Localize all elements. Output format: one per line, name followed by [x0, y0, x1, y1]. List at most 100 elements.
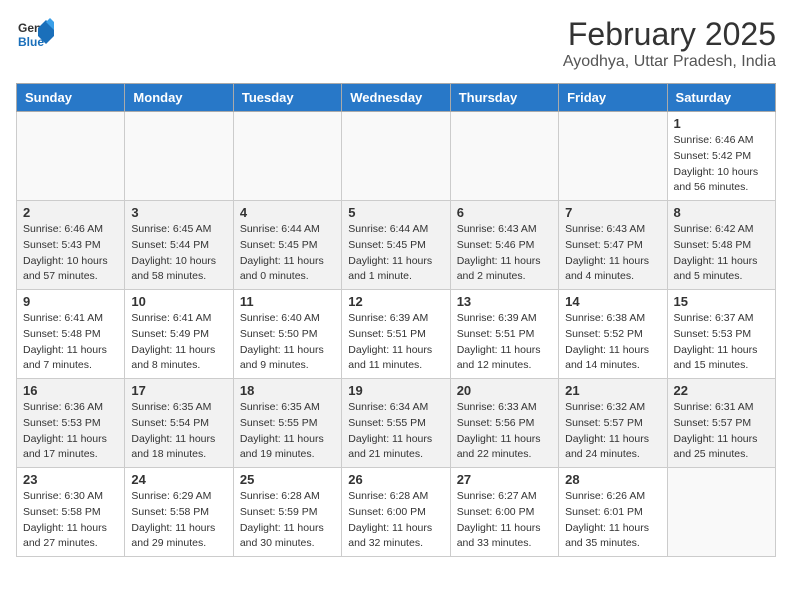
calendar-cell: 14 Sunrise: 6:38 AM Sunset: 5:52 PM Dayli…: [559, 290, 667, 379]
calendar-cell: 13 Sunrise: 6:39 AM Sunset: 5:51 PM Dayli…: [450, 290, 558, 379]
day-info: Sunrise: 6:41 AM Sunset: 5:48 PM Dayligh…: [23, 311, 118, 374]
calendar-cell: [342, 112, 450, 201]
calendar-cell: 12 Sunrise: 6:39 AM Sunset: 5:51 PM Dayli…: [342, 290, 450, 379]
day-info: Sunrise: 6:46 AM Sunset: 5:43 PM Dayligh…: [23, 222, 118, 285]
day-number: 27: [457, 472, 552, 487]
day-info: Sunrise: 6:30 AM Sunset: 5:58 PM Dayligh…: [23, 489, 118, 552]
calendar-cell: [559, 112, 667, 201]
day-info: Sunrise: 6:43 AM Sunset: 5:47 PM Dayligh…: [565, 222, 660, 285]
day-number: 22: [674, 383, 769, 398]
day-info: Sunrise: 6:40 AM Sunset: 5:50 PM Dayligh…: [240, 311, 335, 374]
day-info: Sunrise: 6:33 AM Sunset: 5:56 PM Dayligh…: [457, 400, 552, 463]
calendar-cell: 25 Sunrise: 6:28 AM Sunset: 5:59 PM Dayli…: [233, 468, 341, 557]
weekday-header: Wednesday: [342, 84, 450, 112]
calendar-week-row: 9 Sunrise: 6:41 AM Sunset: 5:48 PM Daylig…: [17, 290, 776, 379]
calendar-cell: [450, 112, 558, 201]
logo: General Blue: [16, 16, 54, 59]
day-info: Sunrise: 6:26 AM Sunset: 6:01 PM Dayligh…: [565, 489, 660, 552]
title-area: February 2025 Ayodhya, Uttar Pradesh, In…: [563, 16, 776, 71]
calendar-cell: 21Sunrise: 6:32 AM Sunset: 5:57 PM Dayli…: [559, 379, 667, 468]
calendar-cell: 3Sunrise: 6:45 AM Sunset: 5:44 PM Daylig…: [125, 201, 233, 290]
calendar-cell: 26 Sunrise: 6:28 AM Sunset: 6:00 PM Dayli…: [342, 468, 450, 557]
calendar-week-row: 16 Sunrise: 6:36 AM Sunset: 5:53 PM Dayli…: [17, 379, 776, 468]
calendar-cell: 6 Sunrise: 6:43 AM Sunset: 5:46 PM Daylig…: [450, 201, 558, 290]
day-number: 12: [348, 294, 443, 309]
header: General Blue February 2025 Ayodhya, Utta…: [16, 16, 776, 71]
calendar-cell: 4 Sunrise: 6:44 AM Sunset: 5:45 PM Daylig…: [233, 201, 341, 290]
weekday-header: Tuesday: [233, 84, 341, 112]
day-number: 24: [131, 472, 226, 487]
day-number: 2: [23, 205, 118, 220]
calendar-cell: 20 Sunrise: 6:33 AM Sunset: 5:56 PM Dayli…: [450, 379, 558, 468]
day-info: Sunrise: 6:31 AM Sunset: 5:57 PM Dayligh…: [674, 400, 769, 463]
day-number: 19: [348, 383, 443, 398]
day-info: Sunrise: 6:43 AM Sunset: 5:46 PM Dayligh…: [457, 222, 552, 285]
day-info: Sunrise: 6:39 AM Sunset: 5:51 PM Dayligh…: [348, 311, 443, 374]
weekday-header-row: SundayMondayTuesdayWednesdayThursdayFrid…: [17, 84, 776, 112]
calendar-cell: 17 Sunrise: 6:35 AM Sunset: 5:54 PM Dayli…: [125, 379, 233, 468]
day-info: Sunrise: 6:28 AM Sunset: 6:00 PM Dayligh…: [348, 489, 443, 552]
day-number: 25: [240, 472, 335, 487]
day-number: 18: [240, 383, 335, 398]
calendar-week-row: 2 Sunrise: 6:46 AM Sunset: 5:43 PM Daylig…: [17, 201, 776, 290]
calendar-cell: 16 Sunrise: 6:36 AM Sunset: 5:53 PM Dayli…: [17, 379, 125, 468]
weekday-header: Sunday: [17, 84, 125, 112]
calendar-cell: 27 Sunrise: 6:27 AM Sunset: 6:00 PM Dayli…: [450, 468, 558, 557]
day-info: Sunrise: 6:27 AM Sunset: 6:00 PM Dayligh…: [457, 489, 552, 552]
calendar-cell: 23Sunrise: 6:30 AM Sunset: 5:58 PM Dayli…: [17, 468, 125, 557]
day-number: 7: [565, 205, 660, 220]
day-number: 5: [348, 205, 443, 220]
day-number: 8: [674, 205, 769, 220]
calendar-cell: 8 Sunrise: 6:42 AM Sunset: 5:48 PM Daylig…: [667, 201, 775, 290]
day-number: 1: [674, 116, 769, 131]
month-title: February 2025: [563, 16, 776, 53]
day-info: Sunrise: 6:28 AM Sunset: 5:59 PM Dayligh…: [240, 489, 335, 552]
calendar-cell: 19Sunrise: 6:34 AM Sunset: 5:55 PM Dayli…: [342, 379, 450, 468]
day-number: 26: [348, 472, 443, 487]
day-info: Sunrise: 6:44 AM Sunset: 5:45 PM Dayligh…: [348, 222, 443, 285]
day-number: 9: [23, 294, 118, 309]
day-number: 15: [674, 294, 769, 309]
calendar-cell: 7 Sunrise: 6:43 AM Sunset: 5:47 PM Daylig…: [559, 201, 667, 290]
calendar-cell: 2 Sunrise: 6:46 AM Sunset: 5:43 PM Daylig…: [17, 201, 125, 290]
calendar: SundayMondayTuesdayWednesdayThursdayFrid…: [16, 83, 776, 557]
day-number: 4: [240, 205, 335, 220]
calendar-cell: [125, 112, 233, 201]
day-number: 17: [131, 383, 226, 398]
calendar-cell: 1 Sunrise: 6:46 AM Sunset: 5:42 PM Daylig…: [667, 112, 775, 201]
weekday-header: Thursday: [450, 84, 558, 112]
day-info: Sunrise: 6:46 AM Sunset: 5:42 PM Dayligh…: [674, 133, 769, 196]
calendar-cell: 22 Sunrise: 6:31 AM Sunset: 5:57 PM Dayli…: [667, 379, 775, 468]
day-info: Sunrise: 6:45 AM Sunset: 5:44 PM Dayligh…: [131, 222, 226, 285]
weekday-header: Friday: [559, 84, 667, 112]
day-number: 13: [457, 294, 552, 309]
day-info: Sunrise: 6:39 AM Sunset: 5:51 PM Dayligh…: [457, 311, 552, 374]
day-info: Sunrise: 6:35 AM Sunset: 5:55 PM Dayligh…: [240, 400, 335, 463]
calendar-cell: 9 Sunrise: 6:41 AM Sunset: 5:48 PM Daylig…: [17, 290, 125, 379]
calendar-week-row: 1 Sunrise: 6:46 AM Sunset: 5:42 PM Daylig…: [17, 112, 776, 201]
calendar-cell: 5 Sunrise: 6:44 AM Sunset: 5:45 PM Daylig…: [342, 201, 450, 290]
day-info: Sunrise: 6:42 AM Sunset: 5:48 PM Dayligh…: [674, 222, 769, 285]
day-info: Sunrise: 6:35 AM Sunset: 5:54 PM Dayligh…: [131, 400, 226, 463]
day-info: Sunrise: 6:29 AM Sunset: 5:58 PM Dayligh…: [131, 489, 226, 552]
calendar-cell: 10Sunrise: 6:41 AM Sunset: 5:49 PM Dayli…: [125, 290, 233, 379]
day-number: 16: [23, 383, 118, 398]
day-number: 20: [457, 383, 552, 398]
calendar-cell: 11 Sunrise: 6:40 AM Sunset: 5:50 PM Dayli…: [233, 290, 341, 379]
day-info: Sunrise: 6:36 AM Sunset: 5:53 PM Dayligh…: [23, 400, 118, 463]
weekday-header: Monday: [125, 84, 233, 112]
calendar-cell: [667, 468, 775, 557]
calendar-cell: [17, 112, 125, 201]
calendar-cell: 28 Sunrise: 6:26 AM Sunset: 6:01 PM Dayli…: [559, 468, 667, 557]
calendar-cell: 24 Sunrise: 6:29 AM Sunset: 5:58 PM Dayli…: [125, 468, 233, 557]
day-number: 11: [240, 294, 335, 309]
day-number: 14: [565, 294, 660, 309]
day-info: Sunrise: 6:38 AM Sunset: 5:52 PM Dayligh…: [565, 311, 660, 374]
calendar-cell: [233, 112, 341, 201]
weekday-header: Saturday: [667, 84, 775, 112]
day-info: Sunrise: 6:37 AM Sunset: 5:53 PM Dayligh…: [674, 311, 769, 374]
day-number: 6: [457, 205, 552, 220]
day-info: Sunrise: 6:44 AM Sunset: 5:45 PM Dayligh…: [240, 222, 335, 285]
location-title: Ayodhya, Uttar Pradesh, India: [563, 53, 776, 71]
day-number: 28: [565, 472, 660, 487]
